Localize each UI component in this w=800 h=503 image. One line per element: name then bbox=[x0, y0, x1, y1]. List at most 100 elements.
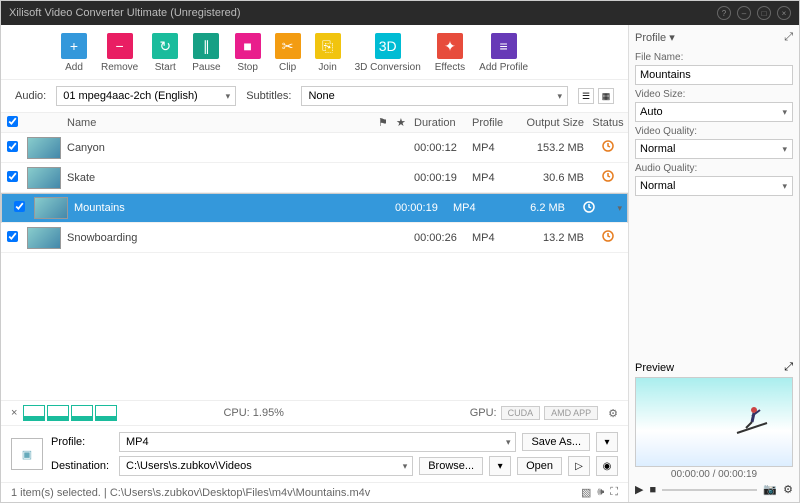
addprofile-icon: ≡ bbox=[491, 33, 517, 59]
play-icon[interactable]: ▶ bbox=[635, 483, 643, 496]
browse-menu[interactable]: ▾ bbox=[489, 456, 511, 476]
thumbnail bbox=[27, 137, 61, 159]
open-button[interactable]: Open bbox=[517, 457, 562, 475]
gpu-amd-button[interactable]: AMD APP bbox=[544, 406, 598, 420]
table-row[interactable]: Skate00:00:19MP430.6 MB bbox=[1, 163, 628, 193]
row-checkbox[interactable] bbox=[14, 201, 25, 212]
clock-icon bbox=[588, 230, 628, 245]
toolbar-label: Add Profile bbox=[479, 62, 528, 73]
save-as-button[interactable]: Save As... bbox=[522, 433, 590, 451]
3d-button[interactable]: 3D3D Conversion bbox=[355, 33, 421, 73]
app-title: Xilisoft Video Converter Ultimate (Unreg… bbox=[9, 7, 241, 19]
seek-bar[interactable] bbox=[662, 489, 757, 491]
profile-cell: MP4 bbox=[468, 142, 518, 154]
btn-close[interactable]: × bbox=[777, 6, 791, 20]
row-checkbox[interactable] bbox=[7, 231, 18, 242]
column-header: Name ⚑ ★ Duration Profile Output Size St… bbox=[1, 113, 628, 133]
browse-button[interactable]: Browse... bbox=[419, 457, 483, 475]
snapshot-icon[interactable]: 📷 bbox=[763, 483, 777, 496]
status-text: 1 item(s) selected. | C:\Users\s.zubkov\… bbox=[11, 487, 370, 499]
file-name: Snowboarding bbox=[63, 232, 374, 244]
tool2-icon[interactable]: 🕪 bbox=[597, 486, 604, 499]
gear-icon[interactable]: ⚙ bbox=[783, 483, 793, 496]
videoq-label: Video Quality: bbox=[635, 126, 793, 137]
preview-expand-icon[interactable]: ⤢ bbox=[784, 361, 793, 374]
pause-button[interactable]: ∥ Pause bbox=[192, 33, 220, 73]
toolbar-label: Join bbox=[318, 62, 336, 73]
audio-select[interactable]: 01 mpeg4aac-2ch (English) bbox=[56, 86, 236, 106]
duration: 00:00:19 bbox=[391, 202, 449, 214]
file-name: Canyon bbox=[63, 142, 374, 154]
expand-icon[interactable]: ⤢ bbox=[784, 31, 793, 44]
gpu-label: GPU: bbox=[470, 407, 497, 419]
table-row[interactable]: Mountains00:00:19MP46.2 MB bbox=[1, 193, 628, 223]
view-grid-icon[interactable]: ▦ bbox=[598, 88, 614, 104]
clip-button[interactable]: ✂Clip bbox=[275, 33, 301, 73]
remove-icon: − bbox=[107, 33, 133, 59]
dest-label: Destination: bbox=[51, 460, 113, 472]
duration: 00:00:26 bbox=[410, 232, 468, 244]
audioq-select[interactable]: Normal bbox=[635, 176, 793, 196]
subtitles-select[interactable]: None bbox=[301, 86, 568, 106]
btn-help[interactable]: ? bbox=[717, 6, 731, 20]
tool3-icon[interactable]: ⛶ bbox=[610, 486, 618, 499]
filename-label: File Name: bbox=[635, 52, 793, 63]
stop-button[interactable]: ■Stop bbox=[235, 33, 261, 73]
preview-time: 00:00:00 / 00:00:19 bbox=[635, 469, 793, 480]
videoq-select[interactable]: Normal bbox=[635, 139, 793, 159]
join-icon: ⎘ bbox=[315, 33, 341, 59]
remove-button[interactable]: −Remove bbox=[101, 33, 138, 73]
cpu-core bbox=[23, 405, 45, 421]
clip-icon: ✂ bbox=[275, 33, 301, 59]
preview-canvas[interactable] bbox=[635, 377, 793, 467]
toolbar-label: Effects bbox=[435, 62, 465, 73]
cpu-core bbox=[71, 405, 93, 421]
toolbar-label: Add bbox=[65, 62, 83, 73]
addprofile-button[interactable]: ≡ Add Profile bbox=[479, 33, 528, 73]
preview-header: Preview bbox=[635, 362, 674, 374]
btn-max[interactable]: □ bbox=[757, 6, 771, 20]
join-button[interactable]: ⎘ Join bbox=[315, 33, 341, 73]
output-size: 153.2 MB bbox=[518, 142, 588, 154]
row-checkbox[interactable] bbox=[7, 141, 18, 152]
saveas-menu[interactable]: ▾ bbox=[596, 432, 618, 452]
pause-icon: ∥ bbox=[193, 33, 219, 59]
row-checkbox[interactable] bbox=[7, 171, 18, 182]
cpu-label: CPU: 1.95% bbox=[223, 407, 284, 419]
output-size: 6.2 MB bbox=[499, 202, 569, 214]
audio-label: Audio: bbox=[15, 90, 46, 102]
gear-icon[interactable]: ⚙ bbox=[608, 407, 618, 420]
convert-button[interactable]: ▷ bbox=[568, 456, 590, 476]
clock-icon bbox=[569, 201, 609, 216]
table-row[interactable]: Snowboarding00:00:26MP413.2 MB bbox=[1, 223, 628, 253]
table-row[interactable]: Canyon00:00:12MP4153.2 MB bbox=[1, 133, 628, 163]
profile-cell: MP4 bbox=[449, 202, 499, 214]
profile-select[interactable]: MP4 bbox=[119, 432, 516, 452]
thumbnail bbox=[34, 197, 68, 219]
view-list-icon[interactable]: ☰ bbox=[578, 88, 594, 104]
profile-cell: MP4 bbox=[468, 172, 518, 184]
file-list: Canyon00:00:12MP4153.2 MBSkate00:00:19MP… bbox=[1, 133, 628, 400]
stop-icon[interactable]: ■ bbox=[649, 484, 656, 496]
close-rows-icon[interactable]: × bbox=[11, 407, 17, 419]
profile-header: Profile ▾ bbox=[635, 31, 675, 44]
filename-input[interactable] bbox=[635, 65, 793, 85]
start-button[interactable]: ↻Start bbox=[152, 33, 178, 73]
profile-cell: MP4 bbox=[468, 232, 518, 244]
duration: 00:00:19 bbox=[410, 172, 468, 184]
checkall[interactable] bbox=[7, 116, 18, 127]
dest-select[interactable]: C:\Users\s.zubkov\Videos bbox=[119, 456, 413, 476]
btn-min[interactable]: – bbox=[737, 6, 751, 20]
effects-button[interactable]: ✦Effects bbox=[435, 33, 465, 73]
add-button[interactable]: +Add bbox=[61, 33, 87, 73]
subtitles-label: Subtitles: bbox=[246, 90, 291, 102]
toolbar-label: Pause bbox=[192, 62, 220, 73]
burn-button[interactable]: ◉ bbox=[596, 456, 618, 476]
tool1-icon[interactable]: ▧ bbox=[581, 486, 591, 499]
3d-icon: 3D bbox=[375, 33, 401, 59]
videosize-label: Video Size: bbox=[635, 89, 793, 100]
start-icon: ↻ bbox=[152, 33, 178, 59]
videosize-select[interactable]: Auto bbox=[635, 102, 793, 122]
gpu-cuda-button[interactable]: CUDA bbox=[501, 406, 541, 420]
stop-icon: ■ bbox=[235, 33, 261, 59]
